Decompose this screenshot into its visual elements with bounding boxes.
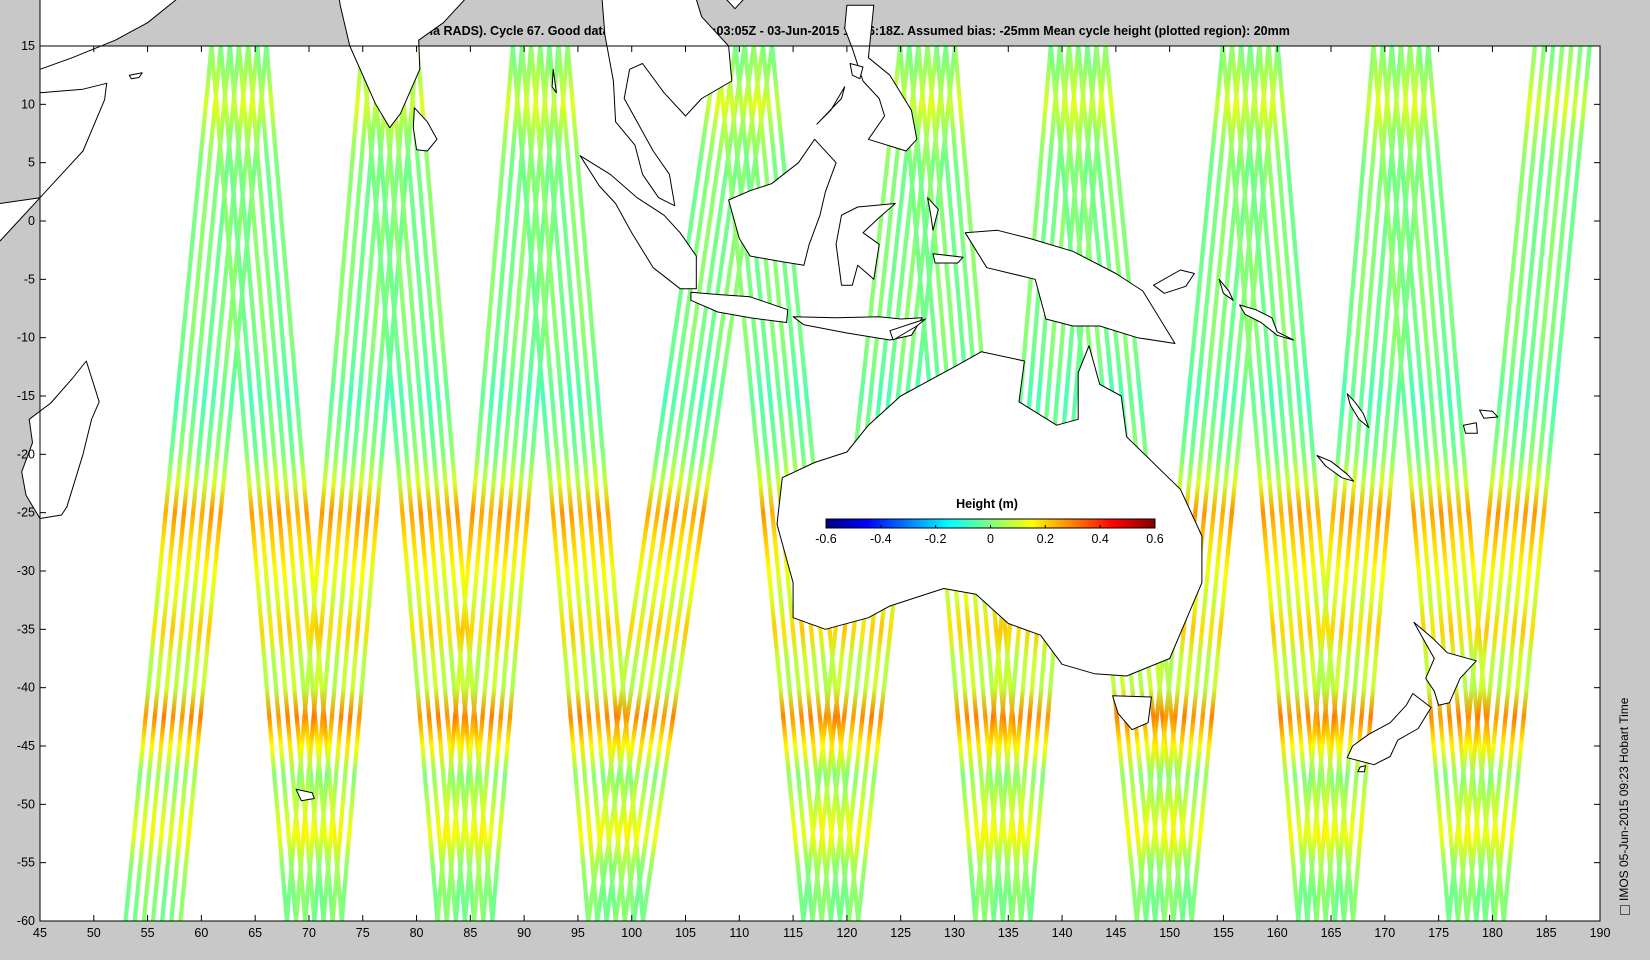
timestamp-text: IMOS 05-Jun-2015 09:23 Hobart Time	[1617, 697, 1631, 901]
x-tick-label: 95	[571, 926, 585, 940]
x-tick-label: 60	[194, 926, 208, 940]
x-tick-label: 75	[356, 926, 370, 940]
colorbar-tick-label: -0.6	[815, 532, 837, 546]
colorbar-tick-label: 0	[987, 532, 994, 546]
x-tick-label: 110	[729, 926, 749, 940]
y-tick-label: -15	[17, 389, 35, 403]
x-tick-label: 190	[1590, 926, 1611, 940]
x-tick-label: 165	[1321, 926, 1342, 940]
x-tick-label: 155	[1213, 926, 1234, 940]
land-fiji	[1462, 422, 1478, 434]
y-tick-label: -10	[17, 331, 35, 345]
y-tick-label: -35	[17, 622, 35, 636]
x-tick-label: 185	[1536, 926, 1557, 940]
x-tick-label: 175	[1428, 926, 1449, 940]
x-tick-label: 70	[302, 926, 316, 940]
colorbar-tick-label: 0.4	[1091, 532, 1108, 546]
y-tick-label: 5	[28, 156, 35, 170]
x-tick-label: 170	[1374, 926, 1395, 940]
y-tick-label: -50	[17, 797, 35, 811]
y-tick-label: -5	[24, 272, 35, 286]
x-tick-label: 150	[1159, 926, 1180, 940]
x-tick-label: 130	[944, 926, 965, 940]
land-hainan	[726, 0, 744, 10]
map-figure: 45 50 55 60 65 70 75 80 85 90 95 100 105 110 115 120 125…	[0, 0, 1611, 940]
x-tick-label: 105	[675, 926, 696, 940]
y-tick-label: -20	[17, 447, 35, 461]
y-tick-label: -25	[17, 506, 35, 520]
y-tick-label: -40	[17, 681, 35, 695]
colorbar-tick-label: -0.4	[870, 532, 892, 546]
y-tick-label: -30	[17, 564, 35, 578]
x-tick-label: 55	[141, 926, 155, 940]
y-tick-label: -60	[17, 914, 35, 928]
y-tick-label: -55	[17, 856, 35, 870]
x-tick-label: 100	[621, 926, 642, 940]
x-tick-label: 120	[836, 926, 857, 940]
y-tick-label: 0	[28, 214, 35, 228]
timestamp-label: IMOS 05-Jun-2015 09:23 Hobart Time	[1617, 698, 1631, 915]
colorbar-title: Height (m)	[956, 497, 1018, 511]
colorbar-tick-label: 0.6	[1146, 532, 1163, 546]
y-tick-label: 15	[21, 39, 35, 53]
x-tick-label: 135	[998, 926, 1019, 940]
land-east-africa	[0, 197, 41, 242]
x-tick-label: 180	[1482, 926, 1503, 940]
y-tick-label: -45	[17, 739, 35, 753]
x-tick-label: 85	[463, 926, 477, 940]
x-tick-label: 90	[517, 926, 531, 940]
x-tick-label: 65	[248, 926, 262, 940]
x-tick-label: 115	[783, 926, 803, 940]
x-tick-label: 160	[1267, 926, 1288, 940]
x-tick-label: 45	[33, 926, 47, 940]
checkbox-icon	[1619, 905, 1630, 915]
colorbar-tick-label: -0.2	[925, 532, 947, 546]
colorbar-tick-label: 0.2	[1037, 532, 1054, 546]
y-tick-label: 10	[21, 97, 35, 111]
x-tick-label: 140	[1052, 926, 1073, 940]
x-tick-label: 125	[890, 926, 911, 940]
x-tick-label: 80	[410, 926, 424, 940]
x-tick-label: 50	[87, 926, 101, 940]
x-tick-label: 145	[1105, 926, 1126, 940]
